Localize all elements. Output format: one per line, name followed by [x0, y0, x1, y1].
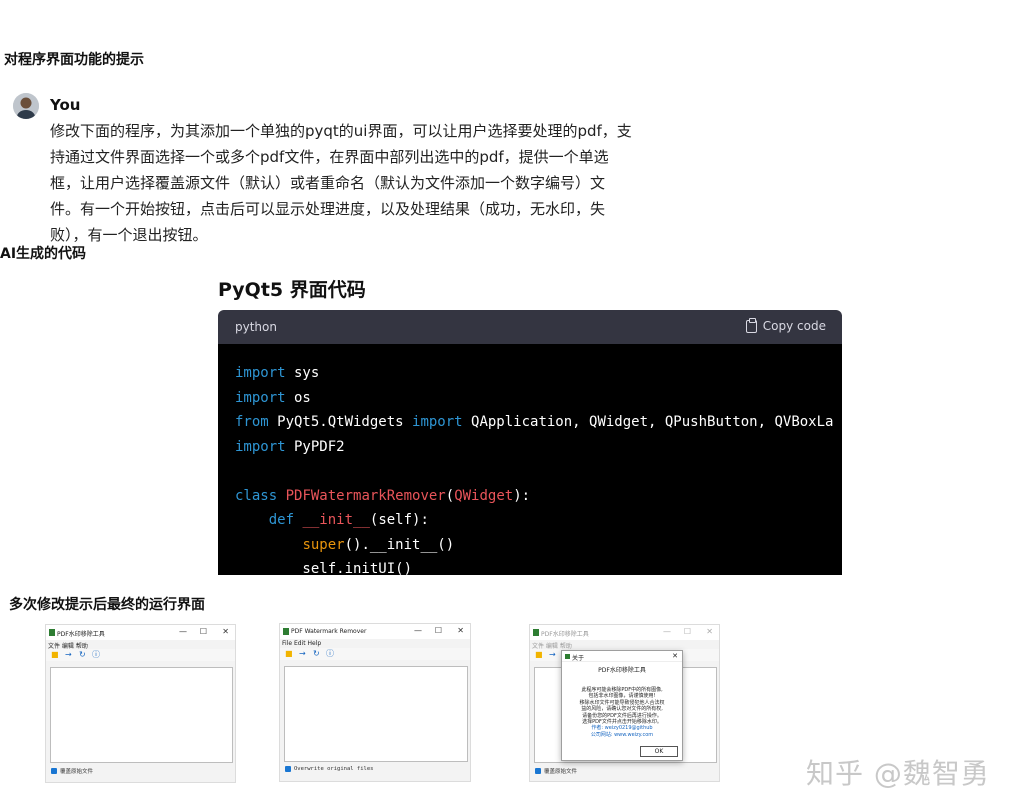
dialog-close-icon[interactable]: ✕	[672, 652, 678, 660]
code-line: super().__init__()	[302, 536, 455, 553]
window-title: PDF水印移除工具	[57, 631, 105, 638]
code-block[interactable]: import sys import os from PyQt5.QtWidgets …	[218, 344, 842, 575]
code-content: import sys import os from PyQt5.QtWidgets …	[235, 361, 833, 575]
maximize-icon[interactable]: ☐	[684, 627, 691, 636]
minimize-icon[interactable]: —	[179, 627, 187, 636]
dialog-body: 此程序可能会移除PDF中的所有图像, 包括非水印图像，请谨慎使用! 移除水印文件…	[566, 687, 678, 738]
user-avatar	[13, 93, 39, 119]
app-icon	[533, 629, 539, 636]
window-titlebar: PDF Watermark Remover — ☐ ✕	[280, 624, 470, 639]
window-titlebar: PDF水印移除工具 — ☐ ✕	[530, 625, 719, 640]
checkbox-icon	[51, 768, 57, 774]
code-line: self.initUI()	[235, 561, 413, 575]
about-dialog: 关于 ✕ PDF水印移除工具 此程序可能会移除PDF中的所有图像, 包括非水印图…	[561, 650, 683, 761]
dialog-titlebar: 关于 ✕	[562, 651, 682, 662]
code-section-title: PyQt5 界面代码	[218, 279, 366, 301]
copy-code-label: Copy code	[762, 319, 826, 333]
minimize-icon[interactable]: —	[414, 626, 422, 635]
dialog-title: 关于	[572, 655, 585, 662]
open-folder-icon[interactable]: ■	[285, 649, 293, 658]
code-block-header: python Copy code	[218, 310, 842, 344]
info-icon[interactable]: ⓘ	[326, 649, 334, 658]
app-icon	[565, 654, 570, 659]
close-icon[interactable]: ✕	[706, 627, 713, 636]
window-title: PDF Watermark Remover	[291, 628, 367, 635]
checkbox-icon	[285, 766, 291, 772]
user-name: You	[50, 96, 81, 114]
section-heading-final-ui: 多次修改提示后最终的运行界面	[9, 597, 205, 613]
app-screenshot-about-dialog: PDF水印移除工具 — ☐ ✕ 文件 编辑 帮助 ■ → 覆盖原始文件 关于 ✕…	[529, 624, 720, 782]
message-line: 修改下面的程序，为其添加一个单独的pyqt的ui界面，可以让用户选择要处理的pd…	[50, 122, 632, 140]
dialog-line: 公司网站: www.weizy.com	[590, 731, 654, 738]
info-icon[interactable]: ⓘ	[92, 650, 100, 659]
arrow-right-icon[interactable]: →	[299, 649, 306, 658]
overwrite-checkbox[interactable]: 覆盖原始文件	[535, 767, 577, 775]
code-line: from PyQt5.QtWidgets import QApplication…	[235, 414, 834, 430]
maximize-icon[interactable]: ☐	[200, 627, 207, 636]
code-language-label: python	[235, 320, 277, 334]
dialog-line: 益的风险，请确认您对文件的所有权,	[581, 706, 663, 713]
toolbar: ■ → ↻ ⓘ	[46, 649, 235, 661]
arrow-right-icon[interactable]: →	[549, 650, 556, 659]
file-list[interactable]	[50, 667, 233, 763]
section-heading-prompt: 对程序界面功能的提示	[4, 52, 144, 68]
minimize-icon[interactable]: —	[663, 627, 671, 636]
message-line: 框，让用户选择覆盖源文件（默认）或者重命名（默认为文件添加一个数字编号）文	[50, 174, 606, 192]
window-titlebar: PDF水印移除工具 — ☐ ✕	[46, 625, 235, 640]
watermark: 知乎 @魏智勇	[806, 757, 990, 790]
app-screenshot-english: PDF Watermark Remover — ☐ ✕ File Edit He…	[279, 623, 471, 782]
user-message: 修改下面的程序，为其添加一个单独的pyqt的ui界面，可以让用户选择要处理的pd…	[50, 118, 690, 248]
message-line: 件。有一个开始按钮，点击后可以显示处理进度，以及处理结果（成功，无水印，失	[50, 200, 606, 218]
app-screenshot-chinese: PDF水印移除工具 — ☐ ✕ 文件 编辑 帮助 ■ → ↻ ⓘ 覆盖原始文件	[45, 624, 236, 783]
refresh-icon[interactable]: ↻	[79, 650, 86, 659]
overwrite-checkbox[interactable]: 覆盖原始文件	[51, 767, 93, 775]
checkbox-label: 覆盖原始文件	[544, 769, 578, 775]
code-line: def __init__(self):	[268, 512, 429, 528]
close-icon[interactable]: ✕	[222, 627, 229, 636]
code-line: import PyPDF2	[235, 438, 345, 455]
code-line: import sys	[235, 365, 320, 381]
window-title: PDF水印移除工具	[541, 631, 589, 638]
ok-button[interactable]: OK	[640, 746, 678, 757]
open-folder-icon[interactable]: ■	[51, 650, 59, 659]
code-line: import os	[235, 389, 311, 406]
checkbox-label: Overwrite original files	[294, 766, 374, 772]
checkbox-icon	[535, 768, 541, 774]
file-list[interactable]	[284, 666, 468, 762]
copy-code-button[interactable]: Copy code	[745, 317, 826, 333]
arrow-right-icon[interactable]: →	[65, 650, 72, 659]
section-heading-ai-code: AI生成的代码	[0, 246, 87, 262]
clipboard-icon	[745, 317, 757, 333]
dialog-heading: PDF水印移除工具	[598, 667, 646, 674]
menu-bar[interactable]: File Edit Help	[282, 640, 321, 647]
open-folder-icon[interactable]: ■	[535, 650, 543, 659]
code-line: class PDFWatermarkRemover(QWidget):	[235, 487, 531, 504]
app-icon	[49, 629, 55, 636]
close-icon[interactable]: ✕	[457, 626, 464, 635]
message-line: 持通过文件界面选择一个或多个pdf文件，在界面中部列出选中的pdf，提供一个单选	[50, 148, 609, 166]
overwrite-checkbox[interactable]: Overwrite original files	[285, 766, 373, 772]
refresh-icon[interactable]: ↻	[313, 649, 320, 658]
toolbar: ■ → ↻ ⓘ	[280, 648, 470, 660]
app-icon	[283, 628, 289, 635]
message-line: 败），有一个退出按钮。	[50, 226, 208, 244]
maximize-icon[interactable]: ☐	[435, 626, 442, 635]
checkbox-label: 覆盖原始文件	[60, 769, 94, 775]
